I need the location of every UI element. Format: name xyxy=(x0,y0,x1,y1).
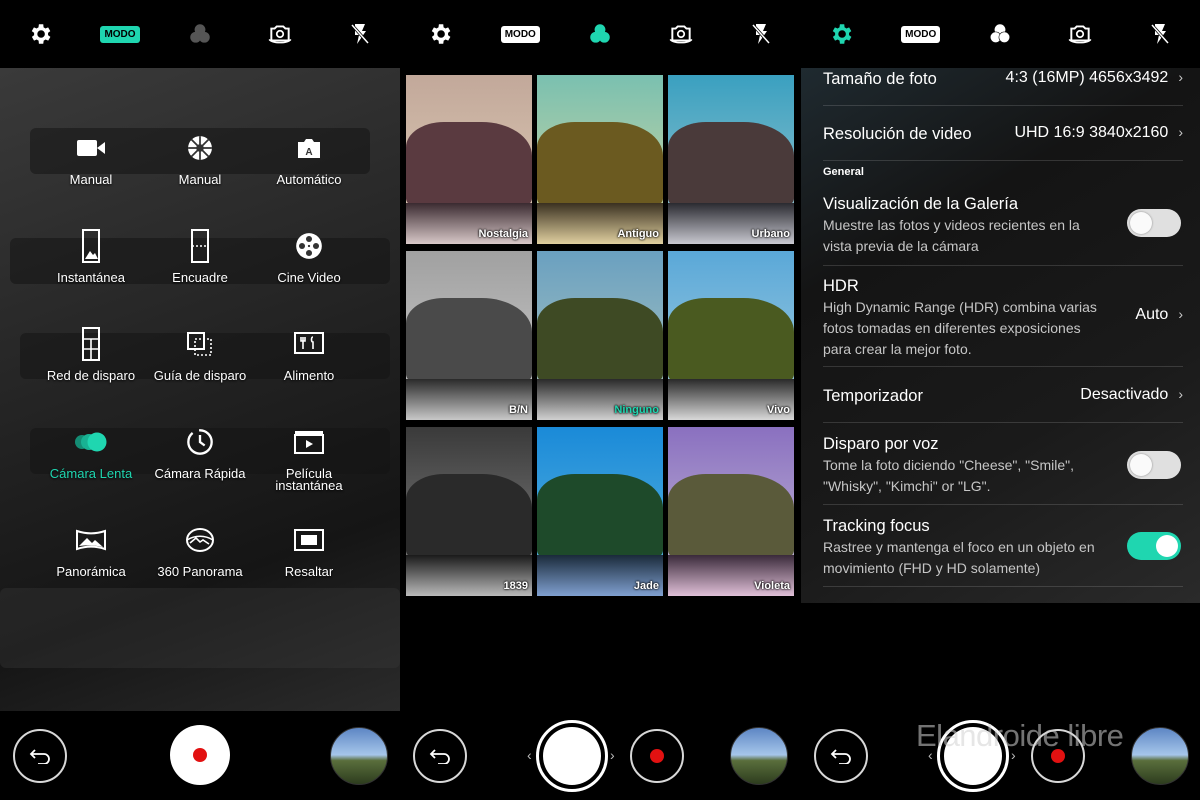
setting-hdr[interactable]: HDR High Dynamic Range (HDR) combina var… xyxy=(823,266,1183,367)
setting-video-resolution[interactable]: Resolución de video UHD 16:9 3840x2160 › xyxy=(823,106,1183,161)
setting-photo-size[interactable]: Tamaño de foto 4:3 (16MP) 4656x3492 › xyxy=(823,68,1183,106)
top-toolbar: MODO xyxy=(400,0,801,68)
frame-icon xyxy=(145,228,255,264)
back-arrow-icon xyxy=(429,749,450,764)
highlight-icon xyxy=(254,522,364,558)
mode-360-panorama[interactable]: 360 Panorama xyxy=(145,522,255,578)
gallery-view-toggle[interactable] xyxy=(1127,209,1181,237)
mode-cine-video[interactable]: Cine Video xyxy=(254,228,364,284)
panorama-icon xyxy=(36,522,146,558)
record-dot-icon xyxy=(193,748,207,762)
mode-manual-photo[interactable]: Manual xyxy=(145,130,255,186)
chevron-right-icon: › xyxy=(1178,124,1183,140)
chevron-right-icon: › xyxy=(1178,386,1183,402)
mode-panorama[interactable]: Panorámica xyxy=(36,522,146,578)
gallery-thumbnail[interactable] xyxy=(730,727,788,785)
bottom-bar xyxy=(0,711,400,800)
filter-icon[interactable] xyxy=(978,12,1022,56)
filter-tile-selected[interactable]: Ninguno xyxy=(537,251,663,420)
shutter-button[interactable] xyxy=(536,720,608,792)
svg-text:A: A xyxy=(305,147,312,158)
section-header: General xyxy=(823,166,864,178)
filter-tile[interactable]: Jade xyxy=(537,427,663,596)
mode-guide-shot[interactable]: Guía de disparo xyxy=(145,326,255,382)
filter-grid: Nostalgia Antiguo Urbano B/N Ninguno Viv… xyxy=(406,75,801,601)
modo-icon[interactable]: MODO xyxy=(498,12,542,56)
filter-tile[interactable]: Antiguo xyxy=(537,75,663,244)
aperture-icon xyxy=(145,130,255,166)
trackpad xyxy=(0,588,400,668)
mode-frame[interactable]: Encuadre xyxy=(145,228,255,284)
tracking-focus-toggle[interactable] xyxy=(1127,532,1181,560)
gear-icon[interactable] xyxy=(819,12,863,56)
food-icon xyxy=(254,326,364,362)
chevron-left-icon: ‹ xyxy=(527,747,532,763)
modes-panel: MODO Manual Manual A Automático Instantá… xyxy=(0,0,400,800)
top-toolbar: MODO xyxy=(0,0,400,68)
mode-snap[interactable]: Instantánea xyxy=(36,228,146,284)
watermark-logo: Elandroide libre xyxy=(916,718,1124,753)
slow-motion-icon xyxy=(36,424,146,460)
record-button[interactable] xyxy=(170,725,230,785)
back-arrow-icon xyxy=(29,749,50,764)
filters-panel: MODO Nostalgia Antiguo Urbano B/N Ningun… xyxy=(400,0,801,800)
guide-shot-icon xyxy=(145,326,255,362)
filter-icon[interactable] xyxy=(178,12,222,56)
snap-movie-icon xyxy=(254,424,364,460)
filter-icon[interactable] xyxy=(578,12,622,56)
mode-manual-video[interactable]: Manual xyxy=(36,130,146,186)
back-button[interactable] xyxy=(13,729,67,783)
setting-voice-shot[interactable]: Disparo por voz Tome la foto diciendo "C… xyxy=(823,423,1183,505)
top-toolbar: MODO xyxy=(801,0,1200,68)
mode-slow-motion[interactable]: Cámara Lenta xyxy=(36,424,146,480)
gear-icon[interactable] xyxy=(418,12,462,56)
flash-off-icon[interactable] xyxy=(739,12,783,56)
switch-camera-icon[interactable] xyxy=(1058,12,1102,56)
gear-icon[interactable] xyxy=(18,12,62,56)
panorama-360-icon xyxy=(145,522,255,558)
switch-camera-icon[interactable] xyxy=(258,12,302,56)
filter-tile[interactable]: Nostalgia xyxy=(406,75,532,244)
record-button[interactable] xyxy=(630,729,684,783)
shutter-icon xyxy=(543,727,601,785)
record-dot-icon xyxy=(650,749,664,763)
modo-icon[interactable]: MODO xyxy=(98,12,142,56)
timelapse-icon xyxy=(145,424,255,460)
setting-tracking-focus[interactable]: Tracking focus Rastree y mantenga el foc… xyxy=(823,505,1183,587)
mode-snap-movie[interactable]: Película instantánea xyxy=(254,424,364,492)
filter-tile[interactable]: B/N xyxy=(406,251,532,420)
modo-icon[interactable]: MODO xyxy=(899,12,943,56)
mode-timelapse[interactable]: Cámara Rápida xyxy=(145,424,255,480)
gallery-thumbnail[interactable] xyxy=(1131,727,1189,785)
filter-tile[interactable]: Violeta xyxy=(668,427,794,596)
filter-tile[interactable]: 1839 xyxy=(406,427,532,596)
filter-tile[interactable]: Urbano xyxy=(668,75,794,244)
chevron-right-icon: › xyxy=(1178,69,1183,85)
setting-gallery-view[interactable]: Visualización de la Galería Muestre las … xyxy=(823,186,1183,266)
gallery-thumbnail[interactable] xyxy=(330,727,388,785)
settings-panel: MODO Tamaño de foto 4:3 (16MP) 4656x3492… xyxy=(801,0,1200,800)
mode-highlight[interactable]: Resaltar xyxy=(254,522,364,578)
video-camera-icon xyxy=(36,130,146,166)
flash-off-icon[interactable] xyxy=(1138,12,1182,56)
bottom-bar: ‹ › xyxy=(400,711,801,800)
filter-tile[interactable]: Vivo xyxy=(668,251,794,420)
voice-shot-toggle[interactable] xyxy=(1127,451,1181,479)
flash-off-icon[interactable] xyxy=(338,12,382,56)
setting-timer[interactable]: Temporizador Desactivado › xyxy=(823,367,1183,423)
back-arrow-icon xyxy=(830,749,851,764)
mode-grid-shot[interactable]: Red de disparo xyxy=(36,326,146,382)
snap-icon xyxy=(36,228,146,264)
mode-auto[interactable]: A Automático xyxy=(254,130,364,186)
chevron-right-icon: › xyxy=(1178,306,1183,322)
back-button[interactable] xyxy=(413,729,467,783)
chevron-right-icon: › xyxy=(610,747,615,763)
switch-camera-icon[interactable] xyxy=(659,12,703,56)
auto-camera-icon: A xyxy=(254,130,364,166)
grid-shot-icon xyxy=(36,326,146,362)
back-button[interactable] xyxy=(814,729,868,783)
mode-food[interactable]: Alimento xyxy=(254,326,364,382)
film-reel-icon xyxy=(254,228,364,264)
